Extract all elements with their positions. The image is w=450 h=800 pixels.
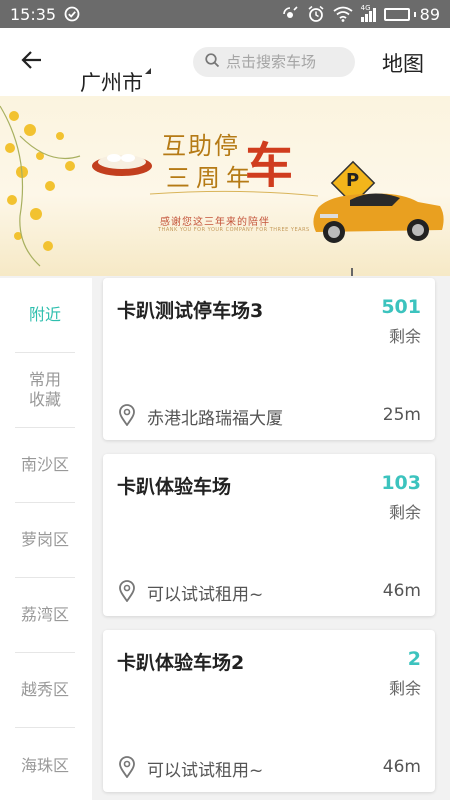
search-bar[interactable] (193, 47, 355, 77)
lot-distance: 46m (382, 757, 421, 777)
banner-title-line1: 互助停 (162, 132, 240, 160)
location-pin-icon (118, 756, 136, 782)
nav-item-nansha[interactable]: 南沙区 (15, 428, 75, 503)
available-spaces-label: 剩余 (388, 503, 421, 522)
map-button[interactable]: 地图 (382, 48, 424, 78)
battery-indicator: 89 (383, 4, 440, 24)
nav-item-liwan[interactable]: 荔湾区 (15, 578, 75, 653)
lot-distance: 25m (382, 405, 421, 425)
nav-item-luogang[interactable]: 萝岗区 (15, 503, 75, 578)
nav-item-label: 常用收藏 (28, 370, 61, 409)
available-spaces-count: 103 (381, 472, 421, 494)
nfc-icon (281, 6, 299, 22)
nav-item-label: 海珠区 (20, 755, 69, 775)
parking-sign-icon: P (346, 170, 360, 191)
lot-name: 卡趴体验车场 (117, 476, 232, 498)
location-pin-icon (118, 580, 136, 606)
back-button[interactable] (0, 28, 64, 96)
nav-item-label: 南沙区 (20, 455, 69, 474)
header: 广州市 地图 (0, 28, 450, 96)
parking-lot-card[interactable]: 卡趴体验车场 103 剩余 可以试试租用~ 46m (103, 454, 435, 616)
location-pin-icon (118, 404, 136, 430)
banner-title-line2: 三周年 (166, 164, 256, 192)
nav-item-label: 越秀区 (20, 680, 69, 699)
nav-item-haizhu[interactable]: 海珠区 (15, 728, 75, 800)
battery-percent: 89 (419, 4, 440, 24)
available-spaces-label: 剩余 (388, 679, 421, 698)
lot-name: 卡趴测试停车场3 (117, 300, 264, 322)
nav-item-nearby[interactable]: 附近 (15, 278, 75, 353)
search-icon (205, 52, 220, 72)
lot-name: 卡趴体验车场2 (117, 652, 245, 674)
wifi-icon (333, 6, 353, 22)
lot-distance: 46m (382, 581, 421, 601)
banner-subtitle: 感谢您这三年来的陪伴 (160, 217, 270, 228)
parking-lot-card[interactable]: 卡趴测试停车场3 501 剩余 赤港北路瑞福大厦 25m (103, 278, 435, 440)
nav-item-yuexiu[interactable]: 越秀区 (15, 653, 75, 728)
caret-down-icon (145, 68, 151, 74)
banner-subtitle-en: THANK YOU FOR YOUR COMPANY FOR THREE YEA… (158, 227, 310, 233)
parking-lot-card[interactable]: 卡趴体验车场2 2 剩余 可以试试租用~ 46m (103, 630, 435, 792)
district-nav: 附近 常用收藏 南沙区 萝岗区 荔湾区 越秀区 海珠区 (0, 278, 92, 800)
nav-item-favorites[interactable]: 常用收藏 (15, 353, 75, 428)
nav-item-label: 萝岗区 (20, 530, 69, 549)
cellular-signal-icon: 4G (360, 4, 376, 22)
available-spaces-label: 剩余 (388, 327, 421, 346)
alarm-clock-icon (307, 5, 325, 23)
status-bar: 15:35 4G 89 (0, 0, 450, 28)
search-input[interactable] (226, 53, 346, 71)
nav-item-label: 附近 (28, 305, 61, 324)
status-time: 15:35 (10, 4, 57, 24)
available-spaces-count: 501 (381, 296, 421, 318)
signal-network-label: 4G (360, 4, 371, 12)
lot-address: 可以试试租用~ (147, 585, 264, 605)
city-selector[interactable]: 广州市 (80, 28, 151, 96)
city-name: 广州市 (80, 71, 143, 95)
battery-icon (383, 7, 410, 21)
check-circle-icon (64, 6, 80, 22)
promo-banner[interactable]: 互助停 车 三周年 感谢您这三年来的陪伴 THANK YOU FOR YOUR … (0, 96, 450, 276)
lot-address: 赤港北路瑞福大厦 (147, 409, 283, 429)
arrow-left-icon (21, 49, 43, 75)
available-spaces-count: 2 (407, 648, 421, 670)
nav-item-label: 荔湾区 (20, 605, 69, 624)
lot-address: 可以试试租用~ (147, 761, 264, 781)
